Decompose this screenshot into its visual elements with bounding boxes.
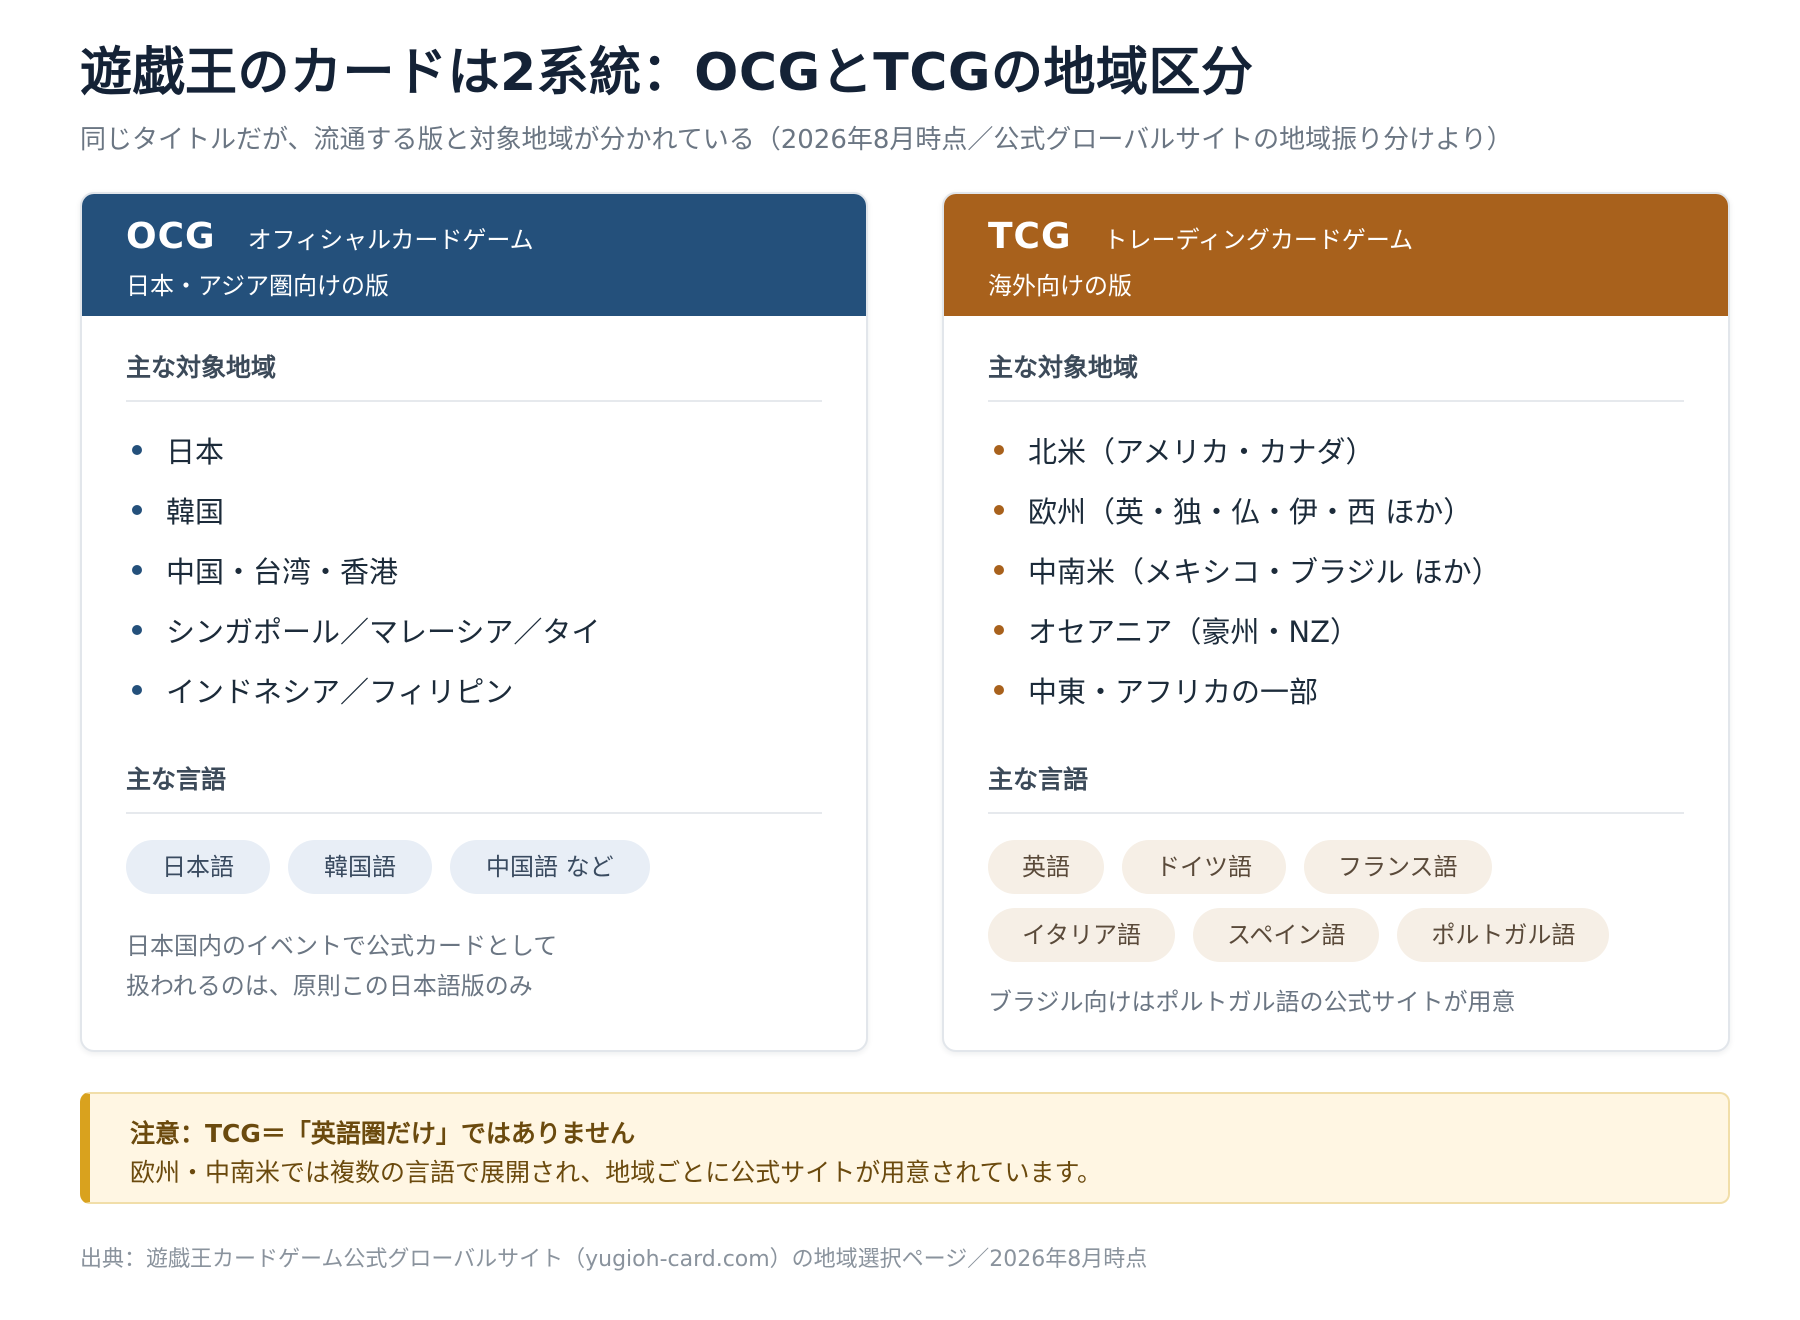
ocg-card: OCG オフィシャルカードゲーム 日本・アジア圏向けの版 主な対象地域 日本 韓… [80,192,868,1052]
bullet-icon [994,625,1004,635]
language-chip: 日本語 [126,840,270,894]
tcg-language-chips: 英語 ドイツ語 フランス語 イタリア語 スペイン語 ポルトガル語 [988,840,1698,976]
list-item: インドネシア／フィリピン [126,660,822,720]
region-label: 中南米（メキシコ・ブラジル ほか） [1028,555,1501,589]
ocg-language-chips: 日本語 韓国語 中国語 など [126,840,836,908]
list-item: 中国・台湾・香港 [126,540,822,600]
ocg-code: OCG [126,216,216,257]
region-label: 中東・アフリカの一部 [1028,675,1319,709]
bullet-icon [132,625,142,635]
tcg-note: ブラジル向けはポルトガル語の公式サイトが用意 [988,988,1516,1016]
tcg-languages-heading: 主な言語 [988,762,1684,814]
page-subtitle: 同じタイトルだが、流通する版と対象地域が分かれている（2026年8月時点／公式グ… [80,125,1513,155]
bullet-icon [132,685,142,695]
bullet-icon [132,445,142,455]
region-label: シンガポール／マレーシア／タイ [166,615,601,649]
bullet-icon [132,505,142,515]
region-label: 韓国 [166,495,225,529]
ocg-region-list: 日本 韓国 中国・台湾・香港 シンガポール／マレーシア／タイ インドネシア／フィ… [126,420,822,720]
bullet-icon [994,685,1004,695]
language-chip: イタリア語 [988,908,1176,962]
language-chip: 英語 [988,840,1104,894]
tcg-regions-heading: 主な対象地域 [988,350,1684,402]
tcg-code: TCG [988,216,1072,257]
language-chip: フランス語 [1304,840,1492,894]
caution-callout: 注意：TCG＝「英語圏だけ」ではありません 欧州・中南米では複数の言語で展開され… [80,1092,1730,1204]
comparison-cards: OCG オフィシャルカードゲーム 日本・アジア圏向けの版 主な対象地域 日本 韓… [80,192,1730,1052]
language-chip: ポルトガル語 [1397,908,1610,962]
ocg-regions-heading: 主な対象地域 [126,350,822,402]
list-item: 中東・アフリカの一部 [988,660,1684,720]
caution-title: 注意：TCG＝「英語圏だけ」ではありません [130,1119,636,1148]
region-label: オセアニア（豪州・NZ） [1028,615,1359,649]
list-item: 欧州（英・独・仏・伊・西 ほか） [988,480,1684,540]
bullet-icon [994,445,1004,455]
bullet-icon [994,565,1004,575]
ocg-card-header: OCG オフィシャルカードゲーム 日本・アジア圏向けの版 [82,194,866,316]
ocg-desc: 日本・アジア圏向けの版 [126,272,390,300]
list-item: 北米（アメリカ・カナダ） [988,420,1684,480]
infographic-page: 遊戯王のカードは2系統：OCGとTCGの地域区分 同じタイトルだが、流通する版と… [80,38,1730,1272]
region-label: 日本 [166,435,225,469]
tcg-name: トレーディングカードゲーム [1103,226,1414,254]
ocg-name: オフィシャルカードゲーム [247,226,534,254]
source-note: 出典：遊戯王カードゲーム公式グローバルサイト（yugioh-card.com）の… [80,1247,1148,1272]
region-label: 欧州（英・独・仏・伊・西 ほか） [1028,495,1473,529]
list-item: 中南米（メキシコ・ブラジル ほか） [988,540,1684,600]
tcg-desc: 海外向けの版 [988,272,1132,300]
ocg-languages-heading: 主な言語 [126,762,822,814]
language-chip: スペイン語 [1193,908,1380,962]
list-item: オセアニア（豪州・NZ） [988,600,1684,660]
language-chip: 中国語 など [450,840,650,894]
ocg-note: 日本国内のイベントで公式カードとして 扱われるのは、原則この日本語版のみ [126,932,558,1000]
tcg-card: TCG トレーディングカードゲーム 海外向けの版 主な対象地域 北米（アメリカ・… [942,192,1730,1052]
page-title: 遊戯王のカードは2系統：OCGとTCGの地域区分 [80,43,1254,103]
bullet-icon [132,565,142,575]
tcg-region-list: 北米（アメリカ・カナダ） 欧州（英・独・仏・伊・西 ほか） 中南米（メキシコ・ブ… [988,420,1684,720]
list-item: 日本 [126,420,822,480]
region-label: インドネシア／フィリピン [166,675,514,709]
region-label: 中国・台湾・香港 [166,555,399,589]
language-chip: ドイツ語 [1122,840,1286,894]
bullet-icon [994,505,1004,515]
region-label: 北米（アメリカ・カナダ） [1028,435,1375,469]
list-item: シンガポール／マレーシア／タイ [126,600,822,660]
caution-body: 欧州・中南米では複数の言語で展開され、地域ごとに公式サイトが用意されています。 [130,1158,1103,1187]
tcg-card-header: TCG トレーディングカードゲーム 海外向けの版 [944,194,1728,316]
language-chip: 韓国語 [288,840,432,894]
list-item: 韓国 [126,480,822,540]
